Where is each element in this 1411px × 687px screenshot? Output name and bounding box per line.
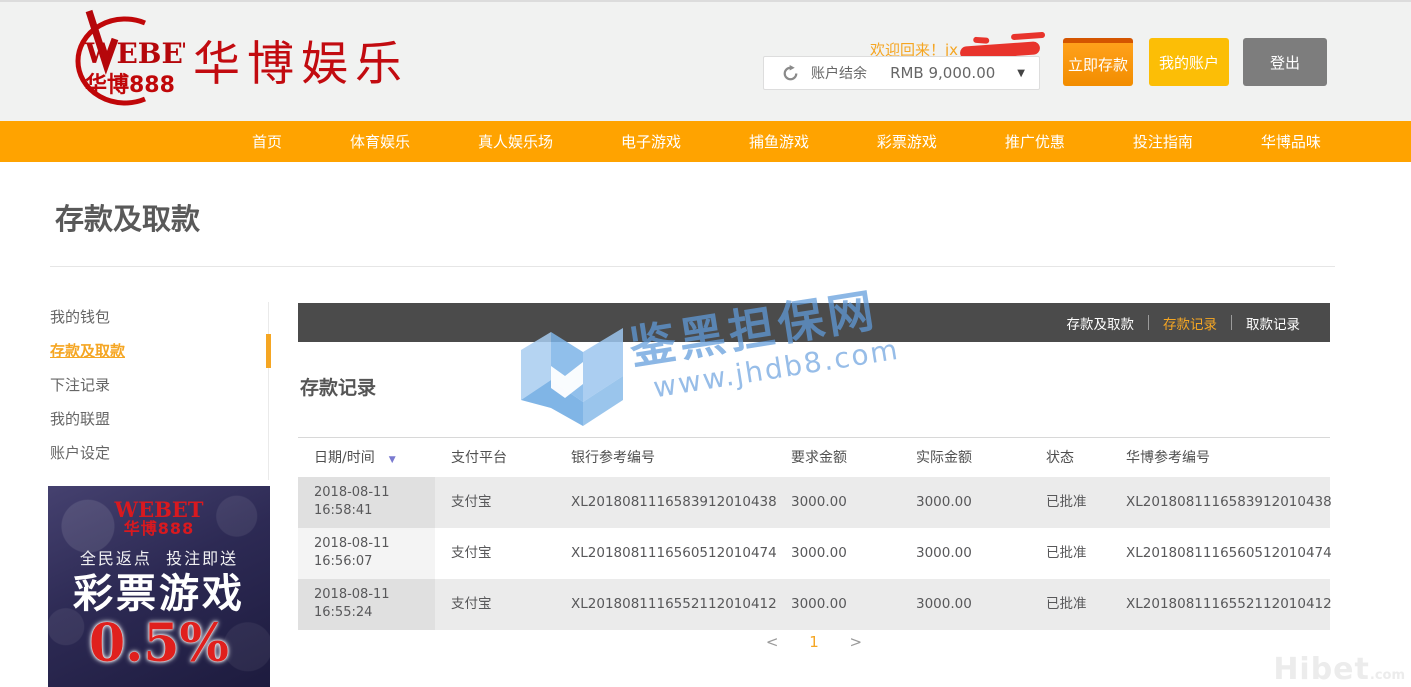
cell-time: 16:55:24 bbox=[314, 605, 372, 620]
cell-datetime: 2018-08-11 16:55:24 bbox=[298, 579, 435, 630]
site-logo[interactable]: WEBET 华博888 华博娱乐 bbox=[45, 6, 409, 112]
pagination-page-1[interactable]: 1 bbox=[809, 633, 819, 651]
page-title: 存款及取款 bbox=[55, 196, 200, 238]
nav-item-huabo-taste[interactable]: 华博品味 bbox=[1261, 131, 1321, 152]
cell-status: 已批准 bbox=[1030, 579, 1110, 630]
nav-item-slots[interactable]: 电子游戏 bbox=[621, 131, 681, 152]
tab-deposit-withdraw[interactable]: 存款及取款 bbox=[1053, 313, 1149, 333]
cell-requested: 3000.00 bbox=[775, 528, 900, 579]
nav-item-lottery[interactable]: 彩票游戏 bbox=[877, 131, 937, 152]
records-tabbar: 存款及取款 存款记录 取款记录 bbox=[298, 303, 1330, 342]
col-header-requested-amount: 要求金额 bbox=[775, 438, 900, 477]
cell-huabo-ref: XL2018081116552112010412 bbox=[1110, 579, 1330, 630]
sidebar-item-label: 下注记录 bbox=[50, 376, 110, 394]
sidebar-item-label: 账户设定 bbox=[50, 444, 110, 462]
col-header-bank-ref: 银行参考编号 bbox=[555, 438, 775, 477]
cell-huabo-ref: XL2018081116583912010438 bbox=[1110, 477, 1330, 528]
col-header-platform: 支付平台 bbox=[435, 438, 555, 477]
col-header-actual-amount: 实际金额 bbox=[900, 438, 1030, 477]
balance-label: 账户结余 bbox=[811, 63, 867, 83]
banner-logo-sub: 华博888 bbox=[48, 521, 270, 537]
hibet-watermark-suffix: .com bbox=[1370, 668, 1405, 683]
banner-logo: WEBET 华博888 bbox=[48, 499, 270, 537]
refresh-icon[interactable] bbox=[782, 65, 799, 82]
nav-item-promotions[interactable]: 推广优惠 bbox=[1005, 131, 1065, 152]
cell-platform: 支付宝 bbox=[435, 477, 555, 528]
lottery-promo-banner[interactable]: WEBET 华博888 全民返点 投注即送 彩票游戏 0.5% bbox=[48, 486, 270, 687]
site-header: WEBET 华博888 华博娱乐 欢迎回来！jx 账户结余 RMB 9,000.… bbox=[0, 0, 1411, 121]
col-header-status: 状态 bbox=[1030, 438, 1110, 477]
table-header-row: 日期/时间 ▼ 支付平台 银行参考编号 要求金额 实际金额 状态 华博参考编号 bbox=[298, 438, 1330, 477]
logo-brand-text: WEBET bbox=[84, 37, 185, 70]
pagination-next[interactable]: > bbox=[850, 633, 863, 651]
table-row: 2018-08-11 16:58:41 支付宝 XL20180811165839… bbox=[298, 477, 1330, 528]
sidebar-item-bet-records[interactable]: 下注记录 bbox=[50, 370, 268, 404]
cell-time: 16:58:41 bbox=[314, 503, 372, 518]
nav-item-betting-guide[interactable]: 投注指南 bbox=[1133, 131, 1193, 152]
section-title: 存款记录 bbox=[300, 373, 376, 400]
sidebar-item-account-settings[interactable]: 账户设定 bbox=[50, 438, 268, 472]
cell-bank-ref: XL2018081116583912010438 bbox=[555, 477, 775, 528]
cell-status: 已批准 bbox=[1030, 477, 1110, 528]
cell-actual: 3000.00 bbox=[900, 477, 1030, 528]
deposit-records-table: 日期/时间 ▼ 支付平台 银行参考编号 要求金额 实际金额 状态 华博参考编号 2… bbox=[298, 437, 1330, 630]
sidebar-item-my-affiliate[interactable]: 我的联盟 bbox=[50, 404, 268, 438]
tab-withdraw-records[interactable]: 取款记录 bbox=[1232, 313, 1314, 333]
nav-item-home[interactable]: 首页 bbox=[252, 131, 282, 152]
cell-date: 2018-08-11 bbox=[314, 485, 390, 500]
cell-actual: 3000.00 bbox=[900, 528, 1030, 579]
cell-status: 已批准 bbox=[1030, 528, 1110, 579]
chevron-down-icon[interactable]: ▼ bbox=[1017, 68, 1025, 79]
pagination-prev[interactable]: < bbox=[766, 633, 779, 651]
logo-title: 华博娱乐 bbox=[193, 25, 409, 94]
cell-platform: 支付宝 bbox=[435, 579, 555, 630]
account-balance-dropdown[interactable]: 账户结余 RMB 9,000.00 ▼ bbox=[763, 56, 1040, 90]
sidebar-item-label: 我的钱包 bbox=[50, 308, 110, 326]
nav-item-fishing[interactable]: 捕鱼游戏 bbox=[749, 131, 809, 152]
col-header-huabo-ref: 华博参考编号 bbox=[1110, 438, 1330, 477]
my-account-button[interactable]: 我的账户 bbox=[1149, 38, 1229, 86]
active-indicator-bar bbox=[266, 334, 271, 368]
banner-tagline: 全民返点 投注即送 bbox=[48, 545, 270, 569]
sidebar-item-label: 存款及取款 bbox=[50, 342, 125, 360]
cell-actual: 3000.00 bbox=[900, 579, 1030, 630]
col-header-datetime[interactable]: 日期/时间 ▼ bbox=[298, 438, 435, 477]
cell-bank-ref: XL2018081116552112010412 bbox=[555, 579, 775, 630]
sidebar-item-label: 我的联盟 bbox=[50, 410, 110, 428]
table-row: 2018-08-11 16:56:07 支付宝 XL20180811165605… bbox=[298, 528, 1330, 579]
balance-value: RMB 9,000.00 bbox=[890, 64, 995, 82]
cell-date: 2018-08-11 bbox=[314, 536, 390, 551]
title-divider bbox=[50, 266, 1335, 267]
pagination: < 1 > bbox=[298, 633, 1330, 651]
sidebar-item-wallet[interactable]: 我的钱包 bbox=[50, 302, 268, 336]
col-header-label: 日期/时间 bbox=[314, 450, 375, 466]
banner-headline: 彩票游戏 bbox=[48, 571, 270, 617]
cell-date: 2018-08-11 bbox=[314, 587, 390, 602]
account-sidebar: 我的钱包 存款及取款 下注记录 我的联盟 账户设定 bbox=[50, 302, 269, 480]
main-content: 存款及取款 存款记录 取款记录 存款记录 日期/时间 ▼ 支付平台 银行参考编号 … bbox=[298, 303, 1330, 663]
tab-deposit-records[interactable]: 存款记录 bbox=[1149, 313, 1231, 333]
table-row: 2018-08-11 16:55:24 支付宝 XL20180811165521… bbox=[298, 579, 1330, 630]
deposit-now-button[interactable]: 立即存款 bbox=[1063, 38, 1133, 86]
cell-requested: 3000.00 bbox=[775, 477, 900, 528]
main-nav: 首页 体育娱乐 真人娱乐场 电子游戏 捕鱼游戏 彩票游戏 推广优惠 投注指南 华… bbox=[0, 121, 1411, 162]
banner-percentage: 0.5% bbox=[48, 617, 270, 672]
cell-huabo-ref: XL2018081116560512010474 bbox=[1110, 528, 1330, 579]
sidebar-item-deposit-withdraw[interactable]: 存款及取款 bbox=[50, 336, 268, 370]
nav-item-sports[interactable]: 体育娱乐 bbox=[350, 131, 410, 152]
cell-datetime: 2018-08-11 16:58:41 bbox=[298, 477, 435, 528]
sort-desc-icon[interactable]: ▼ bbox=[389, 455, 396, 465]
cell-time: 16:56:07 bbox=[314, 554, 372, 569]
cell-bank-ref: XL2018081116560512010474 bbox=[555, 528, 775, 579]
cell-platform: 支付宝 bbox=[435, 528, 555, 579]
logout-button[interactable]: 登出 bbox=[1243, 38, 1327, 86]
webet-logo-icon: WEBET 华博888 bbox=[45, 6, 185, 112]
cell-datetime: 2018-08-11 16:56:07 bbox=[298, 528, 435, 579]
nav-item-live-casino[interactable]: 真人娱乐场 bbox=[478, 131, 553, 152]
cell-requested: 3000.00 bbox=[775, 579, 900, 630]
logo-sub-text: 华博888 bbox=[85, 72, 175, 98]
